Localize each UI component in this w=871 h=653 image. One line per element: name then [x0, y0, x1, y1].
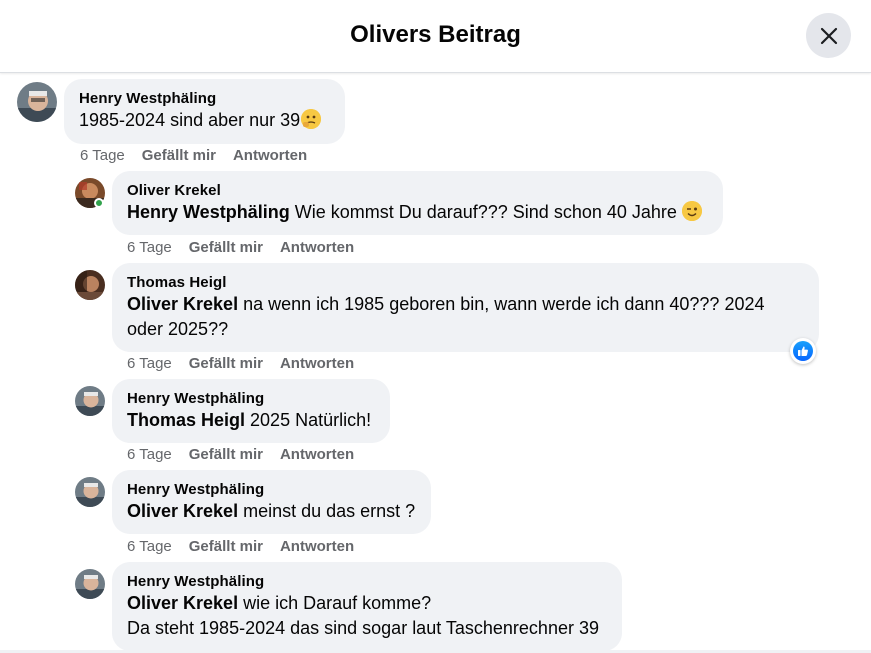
comment-author[interactable]: Thomas Heigl — [127, 273, 805, 292]
mention-link[interactable]: Henry Westphäling — [127, 202, 290, 222]
comment-time[interactable]: 6 Tage — [127, 445, 172, 465]
avatar-henry[interactable] — [75, 386, 105, 416]
comment-bubble: Henry Westphäling 1985-2024 sind aber nu… — [64, 79, 345, 144]
thinking-face-icon — [301, 109, 322, 129]
comment-time[interactable]: 6 Tage — [127, 537, 172, 557]
comment-time[interactable]: 6 Tage — [127, 354, 172, 374]
comment-bubble: Henry Westphäling Oliver Krekel wie ich … — [112, 562, 622, 651]
avatar-henry[interactable] — [17, 82, 57, 122]
reply-button[interactable]: Antworten — [280, 238, 354, 258]
comment-bubble: Henry Westphäling Thomas Heigl 2025 Natü… — [112, 379, 390, 443]
mention-link[interactable]: Oliver Krekel — [127, 501, 238, 521]
comment-bubble: Oliver Krekel Henry Westphäling Wie komm… — [112, 171, 723, 235]
mention-link[interactable]: Oliver Krekel — [127, 593, 238, 613]
reply-button[interactable]: Antworten — [280, 537, 354, 557]
avatar-henry[interactable] — [75, 569, 105, 599]
like-button[interactable]: Gefällt mir — [189, 537, 263, 557]
close-icon — [820, 27, 837, 44]
like-button[interactable]: Gefällt mir — [189, 354, 263, 374]
comment-actions: 6 Tage Gefällt mir Antworten — [80, 146, 324, 166]
like-button[interactable]: Gefällt mir — [189, 238, 263, 258]
reply-button[interactable]: Antworten — [280, 445, 354, 465]
comment-bubble: Thomas Heigl Oliver Krekel na wenn ich 1… — [112, 263, 819, 352]
thumbs-up-icon — [793, 341, 813, 361]
comment-bubble: Henry Westphäling Oliver Krekel meinst d… — [112, 470, 431, 534]
comment-thread: Henry Westphäling 1985-2024 sind aber nu… — [0, 74, 871, 653]
comment-body: meinst du das ernst ? — [238, 501, 416, 521]
comment-author[interactable]: Henry Westphäling — [127, 480, 417, 499]
comment-text: Oliver Krekel na wenn ich 1985 geboren b… — [127, 292, 805, 317]
online-status-icon — [94, 198, 104, 208]
winking-face-icon — [681, 201, 702, 221]
comment-actions: 6 Tage Gefällt mir Antworten — [127, 354, 371, 374]
comment-text: Thomas Heigl 2025 Natürlich! — [127, 408, 376, 433]
mention-link[interactable]: Oliver Krekel — [127, 294, 238, 314]
comment-author[interactable]: Henry Westphäling — [127, 572, 608, 591]
close-button[interactable] — [806, 13, 851, 58]
comment-text: Oliver Krekel meinst du das ernst ? — [127, 499, 417, 524]
like-button[interactable]: Gefällt mir — [142, 146, 216, 166]
comment-body: 2025 Natürlich! — [245, 410, 372, 430]
comment-text-line: Da steht 1985-2024 das sind sogar laut T… — [127, 618, 599, 638]
comment-actions: 6 Tage Gefällt mir Antworten — [127, 445, 371, 465]
comment-author[interactable]: Oliver Krekel — [127, 181, 709, 200]
comment-body: Wie kommst Du darauf??? Sind schon 40 Ja… — [289, 202, 682, 222]
comment-actions: 6 Tage Gefällt mir Antworten — [127, 537, 371, 557]
comment-text: Oliver Krekel wie ich Darauf komme? — [127, 591, 608, 616]
avatar-thomas[interactable] — [75, 270, 105, 300]
mention-link[interactable]: Thomas Heigl — [127, 410, 245, 430]
comment-author[interactable]: Henry Westphäling — [79, 89, 331, 108]
reply-button[interactable]: Antworten — [233, 146, 307, 166]
comment-text: Henry Westphäling Wie kommst Du darauf??… — [127, 200, 709, 225]
comment-time[interactable]: 6 Tage — [80, 146, 125, 166]
comment-body: na wenn ich 1985 geboren bin, wann werde… — [238, 294, 765, 314]
comment-author[interactable]: Henry Westphäling — [127, 389, 376, 408]
reaction-badge[interactable] — [790, 338, 816, 364]
reply-button[interactable]: Antworten — [280, 354, 354, 374]
comment-actions: 6 Tage Gefällt mir Antworten — [127, 238, 371, 258]
comment-body: wie ich Darauf komme? — [238, 593, 432, 613]
post-header: Olivers Beitrag — [0, 0, 871, 73]
comment-body: 1985-2024 sind aber nur 39 — [79, 110, 301, 130]
comment-text: 1985-2024 sind aber nur 39 — [79, 108, 331, 133]
avatar-henry[interactable] — [75, 477, 105, 507]
page-title: Olivers Beitrag — [350, 21, 521, 48]
comment-time[interactable]: 6 Tage — [127, 238, 172, 258]
comment-text-line: oder 2025?? — [127, 319, 229, 339]
like-button[interactable]: Gefällt mir — [189, 445, 263, 465]
